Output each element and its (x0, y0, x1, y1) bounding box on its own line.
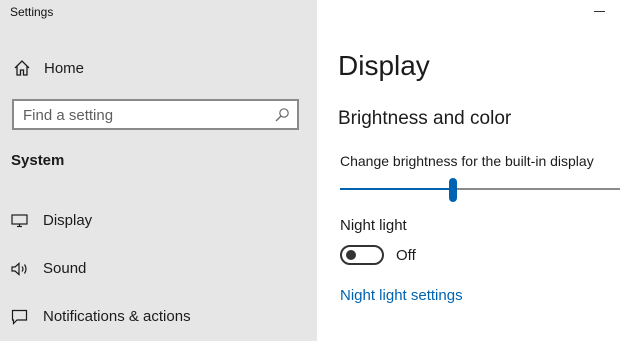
night-light-state: Off (396, 247, 416, 264)
speaker-icon (11, 262, 27, 276)
home-icon (14, 60, 30, 76)
sidebar-item-label: Notifications & actions (43, 308, 191, 325)
search-input[interactable] (23, 106, 263, 124)
sidebar-item-notifications[interactable]: Notifications & actions (0, 298, 317, 334)
night-light-toggle[interactable] (340, 245, 384, 265)
brightness-slider[interactable] (340, 178, 620, 202)
sidebar-item-home[interactable]: Home (0, 52, 317, 84)
night-light-settings-link[interactable]: Night light settings (340, 287, 463, 304)
page-title: Display (338, 50, 430, 81)
sidebar-section-title: System (11, 152, 65, 169)
notification-icon (11, 309, 28, 325)
section-heading: Brightness and color (338, 108, 512, 129)
slider-thumb[interactable] (449, 178, 457, 202)
sidebar-item-label: Home (44, 60, 85, 77)
brightness-label: Change brightness for the built-in displ… (340, 153, 594, 169)
night-light-label: Night light (340, 217, 407, 234)
app-title: Settings (10, 5, 54, 19)
sidebar: Settings Home System Display Sound (0, 0, 317, 341)
sidebar-item-display[interactable]: Display (0, 202, 317, 238)
main-content: Display Brightness and color Change brig… (317, 0, 632, 341)
search-icon[interactable] (274, 107, 290, 123)
sidebar-item-label: Sound (43, 260, 87, 277)
search-box[interactable] (12, 99, 299, 130)
minimize-button[interactable] (590, 2, 610, 20)
toggle-knob (346, 250, 356, 260)
slider-fill (340, 188, 453, 190)
sidebar-item-label: Display (43, 212, 93, 229)
monitor-icon (11, 214, 28, 228)
sidebar-item-sound[interactable]: Sound (0, 250, 317, 286)
